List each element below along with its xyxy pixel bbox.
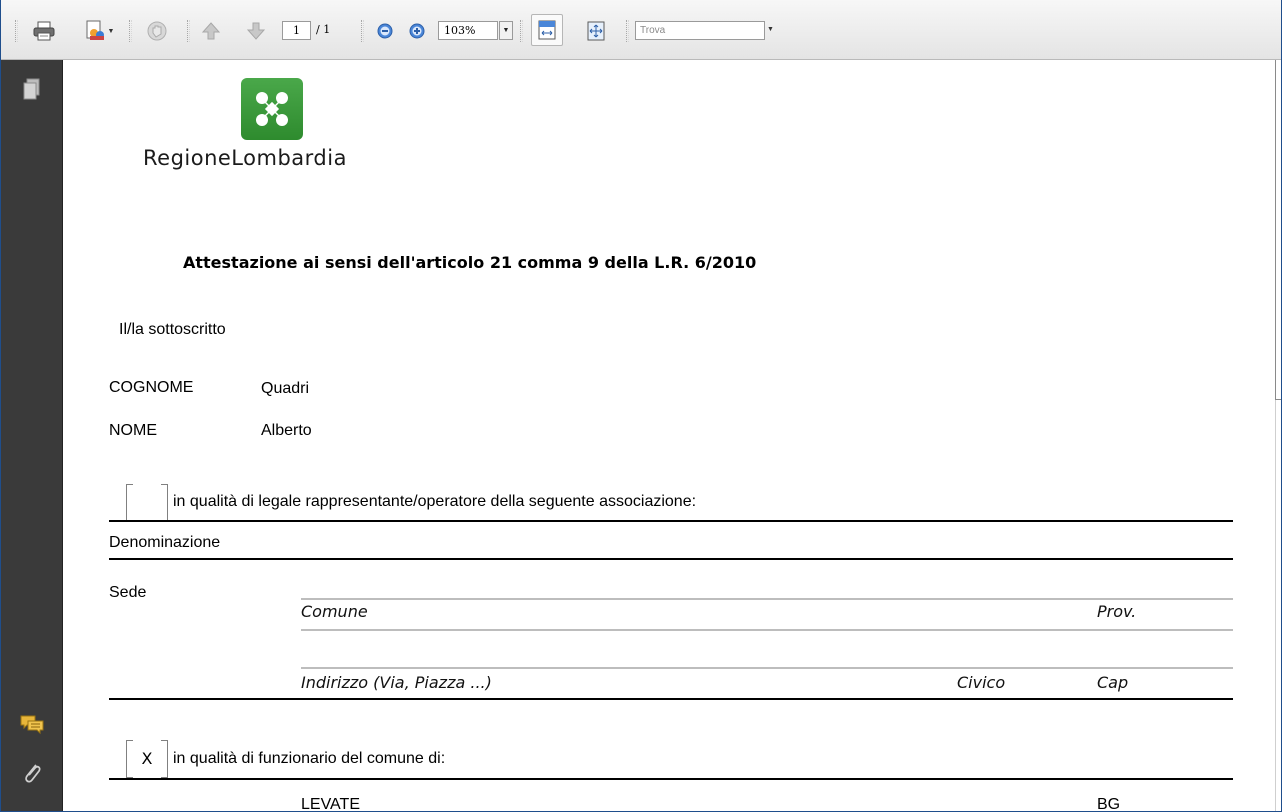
nome-label: NOME xyxy=(109,422,157,439)
review-icon xyxy=(86,20,104,40)
attachments-icon xyxy=(25,764,41,783)
prev-page-icon xyxy=(201,22,221,40)
scrollbar-thumb[interactable] xyxy=(1275,60,1281,400)
fit-page-icon xyxy=(587,21,605,41)
divider xyxy=(109,520,1233,522)
next-page-icon xyxy=(246,22,266,40)
civico-label: Civico xyxy=(957,673,1006,692)
fit-page-button[interactable] xyxy=(585,19,607,43)
checkbox-mark: X xyxy=(141,749,153,768)
association-checkbox[interactable] xyxy=(126,484,168,522)
document-page: RegioneLombardia Attestazione ai sensi d… xyxy=(63,60,1281,812)
prov-label: Prov. xyxy=(1097,602,1137,621)
pages-panel-button[interactable] xyxy=(1,78,63,102)
divider xyxy=(109,558,1233,560)
comune-label: Comune xyxy=(301,602,368,621)
cap-label: Cap xyxy=(1097,673,1129,692)
indirizzo-label: Indirizzo (Via, Piazza ...) xyxy=(301,673,492,692)
zoom-level-input[interactable]: 103% xyxy=(438,21,498,40)
document-title: Attestazione ai sensi dell'articolo 21 c… xyxy=(183,253,757,272)
zoom-out-button[interactable] xyxy=(375,19,395,43)
navigation-pane xyxy=(1,60,63,811)
vertical-scrollbar[interactable] xyxy=(1275,60,1281,811)
separator xyxy=(129,20,132,42)
pages-icon xyxy=(23,78,40,100)
hand-icon xyxy=(147,21,167,41)
find-input[interactable]: Trova xyxy=(635,21,765,40)
pdf-viewer-window: ▼ 1 / 1 103% ▼ Trova ▼ RegioneLombardia … xyxy=(0,0,1282,812)
zoom-in-button[interactable] xyxy=(407,19,427,43)
page-number-input[interactable]: 1 xyxy=(282,21,311,40)
comune-value: LEVATE xyxy=(301,796,360,812)
hand-tool-button[interactable] xyxy=(143,19,171,43)
page-total: / 1 xyxy=(316,23,331,36)
association-option-text: in qualità di legale rappresentante/oper… xyxy=(173,493,697,510)
fit-width-icon xyxy=(538,20,556,40)
field-line xyxy=(301,598,1233,600)
separator xyxy=(361,20,364,42)
print-button[interactable] xyxy=(30,19,58,43)
comune-checkbox[interactable]: X xyxy=(126,740,168,778)
divider xyxy=(109,778,1233,780)
sede-label: Sede xyxy=(109,584,147,601)
zoom-in-icon xyxy=(409,23,425,39)
cognome-label: COGNOME xyxy=(109,379,194,396)
field-line xyxy=(301,667,1233,669)
divider xyxy=(109,698,1233,700)
denominazione-label: Denominazione xyxy=(109,534,221,551)
print-icon xyxy=(33,21,55,41)
lombardia-rose-icon xyxy=(256,92,288,126)
toolbar-grip xyxy=(15,20,18,42)
next-page-button[interactable] xyxy=(244,19,268,43)
regione-lombardia-logo xyxy=(241,78,303,140)
comments-panel-button[interactable] xyxy=(1,714,63,736)
chevron-down-icon: ▼ xyxy=(107,27,115,35)
field-line xyxy=(301,629,1233,631)
intro-text: Il/la sottoscritto xyxy=(119,321,226,338)
separator xyxy=(626,20,629,42)
brand-name: RegioneLombardia xyxy=(143,146,347,170)
comune-option-text: in qualità di funzionario del comune di: xyxy=(173,750,446,767)
toolbar: ▼ 1 / 1 103% ▼ Trova ▼ xyxy=(1,0,1281,60)
attachments-panel-button[interactable] xyxy=(1,760,63,786)
separator xyxy=(520,20,523,42)
review-share-button[interactable]: ▼ xyxy=(77,19,121,43)
cognome-value: Quadri xyxy=(261,380,310,397)
chevron-down-icon: ▼ xyxy=(502,27,510,34)
fit-width-button[interactable] xyxy=(531,14,563,46)
find-dropdown-button[interactable]: ▼ xyxy=(767,26,774,33)
comments-icon xyxy=(20,715,44,735)
zoom-out-icon xyxy=(377,23,393,39)
zoom-dropdown-button[interactable]: ▼ xyxy=(499,21,513,40)
nome-value: Alberto xyxy=(261,422,312,439)
prev-page-button[interactable] xyxy=(199,19,223,43)
separator xyxy=(187,20,190,42)
prov-value: BG xyxy=(1097,796,1121,812)
